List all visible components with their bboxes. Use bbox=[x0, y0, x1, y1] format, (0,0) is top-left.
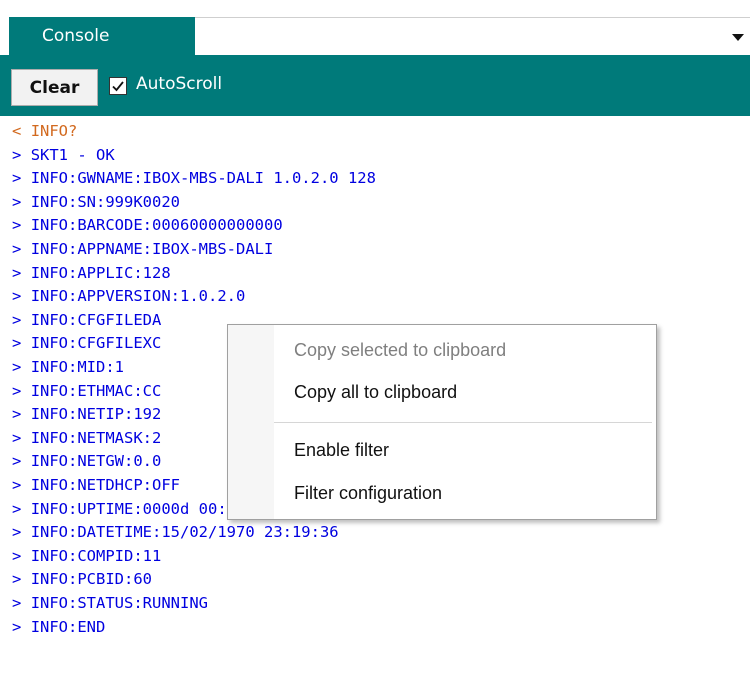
console-line: < INFO? bbox=[12, 120, 77, 143]
console-line-prefix: > bbox=[12, 523, 22, 542]
menu-item-enable-filter[interactable]: Enable filter bbox=[294, 440, 389, 461]
console-line: > INFO:APPVERSION:1.0.2.0 bbox=[12, 285, 245, 308]
autoscroll-checkbox[interactable] bbox=[109, 77, 127, 95]
console-line: > INFO:ETHMAC:CC bbox=[12, 380, 161, 403]
context-menu-gutter bbox=[228, 325, 274, 519]
console-line-prefix: > bbox=[12, 452, 22, 471]
menu-item-copy-all[interactable]: Copy all to clipboard bbox=[294, 382, 457, 403]
console-line: > INFO:DATETIME:15/02/1970 23:19:36 bbox=[12, 521, 339, 544]
console-line-text: INFO:BARCODE:00060000000000 bbox=[30, 216, 283, 235]
console-line-text: INFO:NETIP:192 bbox=[30, 405, 162, 424]
console-line-prefix: > bbox=[12, 546, 22, 565]
console-line-prefix: > bbox=[12, 476, 22, 494]
console-line-text: INFO:MID:1 bbox=[30, 358, 125, 376]
console-line-text: SKT1 - OK bbox=[30, 145, 115, 164]
console-line-text: INFO:PCBID:60 bbox=[30, 570, 153, 589]
tab-console[interactable]: Console bbox=[9, 17, 195, 55]
console-line: > SKT1 - OK bbox=[12, 144, 115, 167]
console-line-prefix: > bbox=[12, 287, 22, 306]
console-line-prefix: > bbox=[12, 594, 22, 612]
console-line: > INFO:BARCODE:00060000000000 bbox=[12, 214, 283, 237]
console-line-prefix: > bbox=[12, 428, 22, 447]
console-toolbar: Clear AutoScroll bbox=[0, 55, 750, 116]
console-line: > INFO:NETMASK:2 bbox=[12, 427, 161, 450]
console-line: > INFO:APPNAME:IBOX-MBS-DALI bbox=[12, 238, 273, 261]
console-line-prefix: > bbox=[12, 169, 22, 188]
console-line-prefix: > bbox=[12, 358, 22, 376]
console-line-text: INFO:END bbox=[30, 617, 106, 636]
console-line-prefix: > bbox=[12, 310, 22, 329]
console-line-prefix: < bbox=[12, 122, 22, 140]
console-line: > INFO:SN:999K0020 bbox=[12, 191, 180, 214]
console-line-text: INFO:NETMASK:2 bbox=[30, 428, 162, 447]
console-line-text: INFO:CFGFILEDA bbox=[30, 310, 162, 329]
console-line-prefix: > bbox=[12, 381, 22, 400]
tab-console-label: Console bbox=[42, 26, 110, 46]
console-line-prefix: > bbox=[12, 334, 22, 353]
chevron-down-icon[interactable] bbox=[732, 34, 744, 41]
console-line-prefix: > bbox=[12, 145, 22, 164]
console-line: > INFO:PCBID:60 bbox=[12, 568, 152, 591]
console-line: > INFO:MID:1 bbox=[12, 356, 124, 379]
console-line-text: INFO:NETDHCP:OFF bbox=[30, 476, 180, 494]
console-line: > INFO:CFGFILEDA bbox=[12, 309, 161, 332]
console-line-text: INFO:APPNAME:IBOX-MBS-DALI bbox=[30, 240, 274, 258]
console-line-prefix: > bbox=[12, 499, 22, 518]
console-line: > INFO:END bbox=[12, 616, 105, 639]
console-line-text: INFO:ETHMAC:CC bbox=[30, 381, 162, 400]
console-line-text: INFO:DATETIME:15/02/1970 23:19:36 bbox=[30, 523, 339, 542]
console-line-text: INFO? bbox=[30, 122, 78, 140]
console-line-text: INFO:APPLIC:128 bbox=[30, 263, 171, 282]
console-line: > INFO:STATUS:RUNNING bbox=[12, 592, 208, 615]
tab-strip: Console bbox=[0, 0, 750, 58]
console-line-prefix: > bbox=[12, 192, 22, 211]
menu-item-copy-selected[interactable]: Copy selected to clipboard bbox=[294, 340, 506, 361]
console-line-text: INFO:APPVERSION:1.0.2.0 bbox=[30, 287, 246, 306]
context-menu: Copy selected to clipboard Copy all to c… bbox=[227, 324, 657, 520]
tab-strip-empty bbox=[195, 17, 750, 55]
console-line: > INFO:NETDHCP:OFF bbox=[12, 474, 180, 497]
clear-button[interactable]: Clear bbox=[11, 69, 98, 106]
console-line-text: INFO:SN:999K0020 bbox=[30, 192, 180, 211]
menu-separator bbox=[274, 422, 652, 423]
menu-item-filter-configuration[interactable]: Filter configuration bbox=[294, 483, 442, 504]
autoscroll-label[interactable]: AutoScroll bbox=[136, 74, 222, 94]
console-line-text: INFO:CFGFILEXC bbox=[30, 334, 162, 353]
console-line-prefix: > bbox=[12, 617, 22, 636]
console-line-prefix: > bbox=[12, 570, 22, 589]
console-line-prefix: > bbox=[12, 405, 22, 424]
console-line: > INFO:COMPID:11 bbox=[12, 545, 161, 568]
checkmark-icon bbox=[112, 81, 124, 92]
console-line: > INFO:NETIP:192 bbox=[12, 403, 161, 426]
console-line-prefix: > bbox=[12, 216, 22, 235]
console-line: > INFO:CFGFILEXC bbox=[12, 332, 161, 355]
console-line-text: INFO:STATUS:RUNNING bbox=[30, 594, 208, 612]
console-line-text: INFO:COMPID:11 bbox=[30, 546, 162, 565]
console-line: > INFO:NETGW:0.0 bbox=[12, 450, 161, 473]
console-line: > INFO:APPLIC:128 bbox=[12, 262, 171, 285]
console-line-text: INFO:GWNAME:IBOX-MBS-DALI 1.0.2.0 128 bbox=[30, 169, 376, 188]
console-line-text: INFO:NETGW:0.0 bbox=[30, 452, 162, 471]
console-line: > INFO:GWNAME:IBOX-MBS-DALI 1.0.2.0 128 bbox=[12, 167, 376, 190]
console-line-prefix: > bbox=[12, 263, 22, 282]
console-line-prefix: > bbox=[12, 240, 22, 258]
